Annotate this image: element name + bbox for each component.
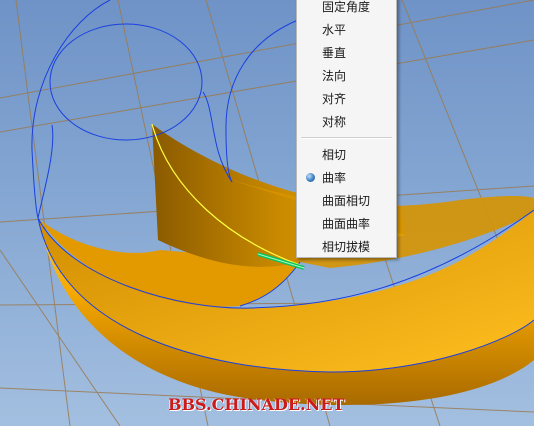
menu-item-label: 水平 — [322, 23, 347, 37]
constraint-context-menu: 固定角度 水平 垂直 法向 对齐 对称 相切 曲率 曲面相切 曲面曲率 相切拔模 — [296, 0, 397, 258]
menu-item-normal[interactable]: 法向 — [297, 65, 396, 87]
cad-model-canvas[interactable] — [0, 0, 534, 426]
menu-item-label: 曲面曲率 — [322, 217, 371, 231]
menu-item-tangent[interactable]: 相切 — [297, 144, 396, 166]
watermark-text: BBS.CHINADE.NET — [168, 395, 345, 414]
menu-item-label: 对称 — [322, 115, 347, 129]
menu-item-label: 相切拔模 — [322, 240, 371, 254]
menu-item-label: 垂直 — [322, 46, 347, 60]
menu-item-vertical[interactable]: 垂直 — [297, 42, 396, 64]
menu-item-label: 对齐 — [322, 92, 347, 106]
menu-item-symmetric[interactable]: 对称 — [297, 111, 396, 133]
menu-item-label: 法向 — [322, 69, 347, 83]
menu-item-surface-tangent[interactable]: 曲面相切 — [297, 190, 396, 212]
menu-item-label: 曲面相切 — [322, 194, 371, 208]
menu-item-curvature[interactable]: 曲率 — [297, 167, 396, 189]
menu-item-label: 固定角度 — [322, 0, 371, 14]
radio-selected-icon — [306, 173, 315, 182]
menu-separator — [301, 137, 392, 139]
menu-item-tangent-draft[interactable]: 相切拔模 — [297, 236, 396, 258]
menu-item-surface-curvature[interactable]: 曲面曲率 — [297, 213, 396, 235]
menu-item-fixed-angle[interactable]: 固定角度 — [297, 0, 396, 18]
menu-item-label: 曲率 — [322, 171, 347, 185]
menu-item-align[interactable]: 对齐 — [297, 88, 396, 110]
menu-item-horizontal[interactable]: 水平 — [297, 19, 396, 41]
3d-viewport[interactable]: BBS.CHINADE.NET 固定角度 水平 垂直 法向 对齐 对称 相切 曲… — [0, 0, 534, 426]
menu-item-label: 相切 — [322, 148, 347, 162]
